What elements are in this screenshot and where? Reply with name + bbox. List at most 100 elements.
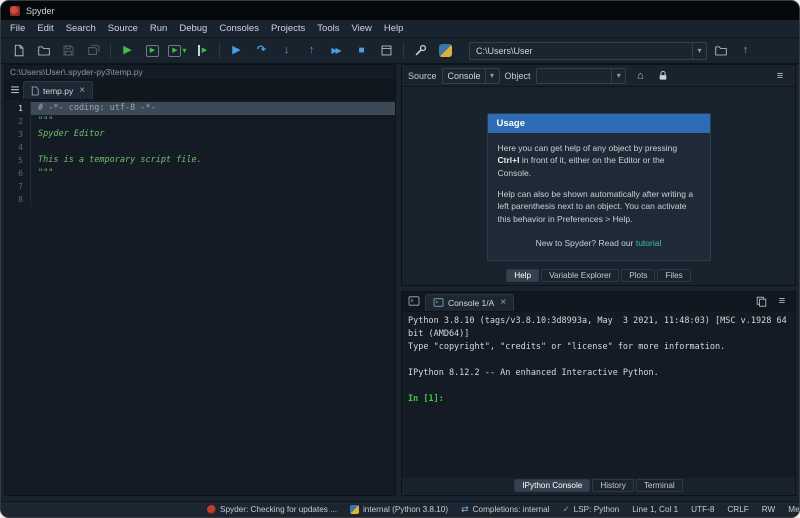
line-number: 8: [5, 193, 31, 206]
menu-search[interactable]: Search: [60, 21, 102, 36]
step-into-icon: ↓: [284, 45, 290, 56]
code-line: 2""": [5, 115, 395, 128]
console-options-button[interactable]: ≡: [773, 293, 791, 309]
tab-plots[interactable]: Plots: [621, 269, 655, 282]
lsp-status: ✓ LSP: Python: [563, 504, 620, 515]
help-pane: Source Console ▾ Object ▾ ⌂ ≡: [401, 64, 796, 286]
browse-working-directory-button[interactable]: [709, 41, 732, 61]
menubar: File Edit Search Source Run Debug Consol…: [1, 20, 799, 38]
editor-pane: C:\Users\User\.spyder-py3\temp.py ≡ temp…: [4, 64, 396, 496]
titlebar[interactable]: Spyder: [1, 1, 799, 20]
working-directory-combo[interactable]: C:\Users\User ▾: [469, 42, 707, 60]
menu-projects[interactable]: Projects: [265, 21, 311, 36]
save-all-button[interactable]: [82, 41, 105, 61]
run-cell-button[interactable]: ▶: [141, 41, 164, 61]
main-toolbar: ▶ ▶ ▶▾ ▶ ▶ ↷ ↓ ↑ ▶▶ ■ C:\Users\User ▾ ↑: [1, 38, 799, 64]
terminal-icon: [408, 296, 420, 306]
menu-edit[interactable]: Edit: [31, 21, 59, 36]
debug-file-button[interactable]: ▶: [225, 41, 248, 61]
maximize-pane-button[interactable]: [375, 41, 398, 61]
right-column: Source Console ▾ Object ▾ ⌂ ≡: [401, 64, 796, 496]
code-text: [31, 180, 395, 193]
code-line: 8: [5, 193, 395, 206]
console-banner-line: IPython 8.12.2 -- An enhanced Interactiv…: [408, 367, 789, 380]
console-copy-button[interactable]: [752, 293, 770, 309]
terminal-icon: [433, 298, 444, 307]
help-options-button[interactable]: ≡: [771, 68, 789, 84]
continue-icon: ▶▶: [331, 47, 341, 55]
tab-ipython-console[interactable]: IPython Console: [514, 479, 590, 492]
stop-debug-button[interactable]: ■: [350, 41, 373, 61]
step-over-icon: ↷: [257, 45, 266, 56]
code-line: 1# -*- coding: utf-8 -*-: [5, 102, 395, 115]
pythonpath-manager-button[interactable]: [434, 41, 457, 61]
statusbar: Spyder: Checking for updates ... interna…: [1, 501, 799, 517]
menu-run[interactable]: Run: [144, 21, 173, 36]
console-browse-tabs-button[interactable]: [406, 293, 422, 309]
menu-help[interactable]: Help: [378, 21, 410, 36]
run-cell-advance-button[interactable]: ▶▾: [166, 41, 189, 61]
code-line: 6""": [5, 167, 395, 180]
debug-icon: ▶: [232, 45, 240, 56]
code-editor[interactable]: 1# -*- coding: utf-8 -*- 2""" 3Spyder Ed…: [5, 100, 395, 495]
console-tab[interactable]: Console 1/A ×: [425, 294, 514, 311]
preferences-button[interactable]: [409, 41, 432, 61]
tab-variable-explorer[interactable]: Variable Explorer: [541, 269, 619, 282]
tab-files[interactable]: Files: [657, 269, 690, 282]
menu-consoles[interactable]: Consoles: [213, 21, 265, 36]
usage-title: Usage: [488, 114, 710, 133]
menu-tools[interactable]: Tools: [311, 21, 345, 36]
run-selection-button[interactable]: ▶: [191, 41, 214, 61]
step-into-button[interactable]: ↓: [275, 41, 298, 61]
tutorial-link[interactable]: tutorial: [636, 238, 662, 248]
new-file-button[interactable]: [7, 41, 30, 61]
window-title: Spyder: [26, 6, 55, 16]
home-button[interactable]: ⌂: [631, 68, 649, 84]
close-icon[interactable]: ×: [500, 298, 506, 308]
open-file-button[interactable]: [32, 41, 55, 61]
stop-icon: ■: [358, 46, 364, 56]
tab-terminal[interactable]: Terminal: [636, 479, 683, 492]
step-out-icon: ↑: [309, 45, 315, 56]
copy-icon: [756, 296, 767, 307]
lock-icon: [658, 70, 668, 81]
menu-debug[interactable]: Debug: [173, 21, 213, 36]
wrench-icon: [414, 44, 427, 57]
code-text: This is a temporary script file.: [31, 154, 395, 167]
run-file-button[interactable]: ▶: [116, 41, 139, 61]
code-text: # -*- coding: utf-8 -*-: [31, 102, 395, 115]
help-toolbar: Source Console ▾ Object ▾ ⌂ ≡: [402, 65, 795, 87]
maximize-pane-icon: [380, 44, 393, 57]
help-source-combo[interactable]: Console ▾: [442, 68, 500, 84]
eol-status: CRLF: [727, 505, 748, 514]
line-number: 5: [5, 154, 31, 167]
menu-file[interactable]: File: [4, 21, 31, 36]
console-banner-line: [408, 354, 789, 367]
close-icon[interactable]: ×: [79, 86, 85, 96]
step-out-button[interactable]: ↑: [300, 41, 323, 61]
lock-button[interactable]: [654, 68, 672, 84]
ipython-console[interactable]: Python 3.8.10 (tags/v3.8.10:3d8993a, May…: [402, 312, 795, 478]
menu-source[interactable]: Source: [102, 21, 144, 36]
tab-history[interactable]: History: [592, 479, 633, 492]
run-selection-icon: ▶: [198, 45, 207, 56]
step-over-button[interactable]: ↷: [250, 41, 273, 61]
help-content: Usage Here you can get help of any objec…: [402, 87, 795, 268]
save-button[interactable]: [57, 41, 80, 61]
browse-tabs-button[interactable]: ≡: [7, 83, 23, 99]
console-tab-label: Console 1/A: [448, 298, 494, 308]
source-label: Source: [408, 71, 437, 81]
code-text: """: [31, 115, 395, 128]
help-object-combo[interactable]: ▾: [536, 68, 627, 84]
chevron-down-icon: ▾: [485, 68, 499, 84]
completions-icon: ⇄: [461, 504, 469, 515]
readwrite-status: RW: [762, 505, 776, 514]
parent-directory-button[interactable]: ↑: [734, 41, 757, 61]
menu-view[interactable]: View: [345, 21, 377, 36]
completions-status: ⇄ Completions: internal: [461, 504, 549, 515]
chevron-down-icon[interactable]: ▾: [692, 43, 706, 59]
console-banner-line: Type "copyright", "credits" or "license"…: [408, 341, 789, 354]
continue-button[interactable]: ▶▶: [325, 41, 348, 61]
editor-tab-temp-py[interactable]: temp.py ×: [23, 81, 93, 99]
tab-help[interactable]: Help: [506, 269, 539, 282]
